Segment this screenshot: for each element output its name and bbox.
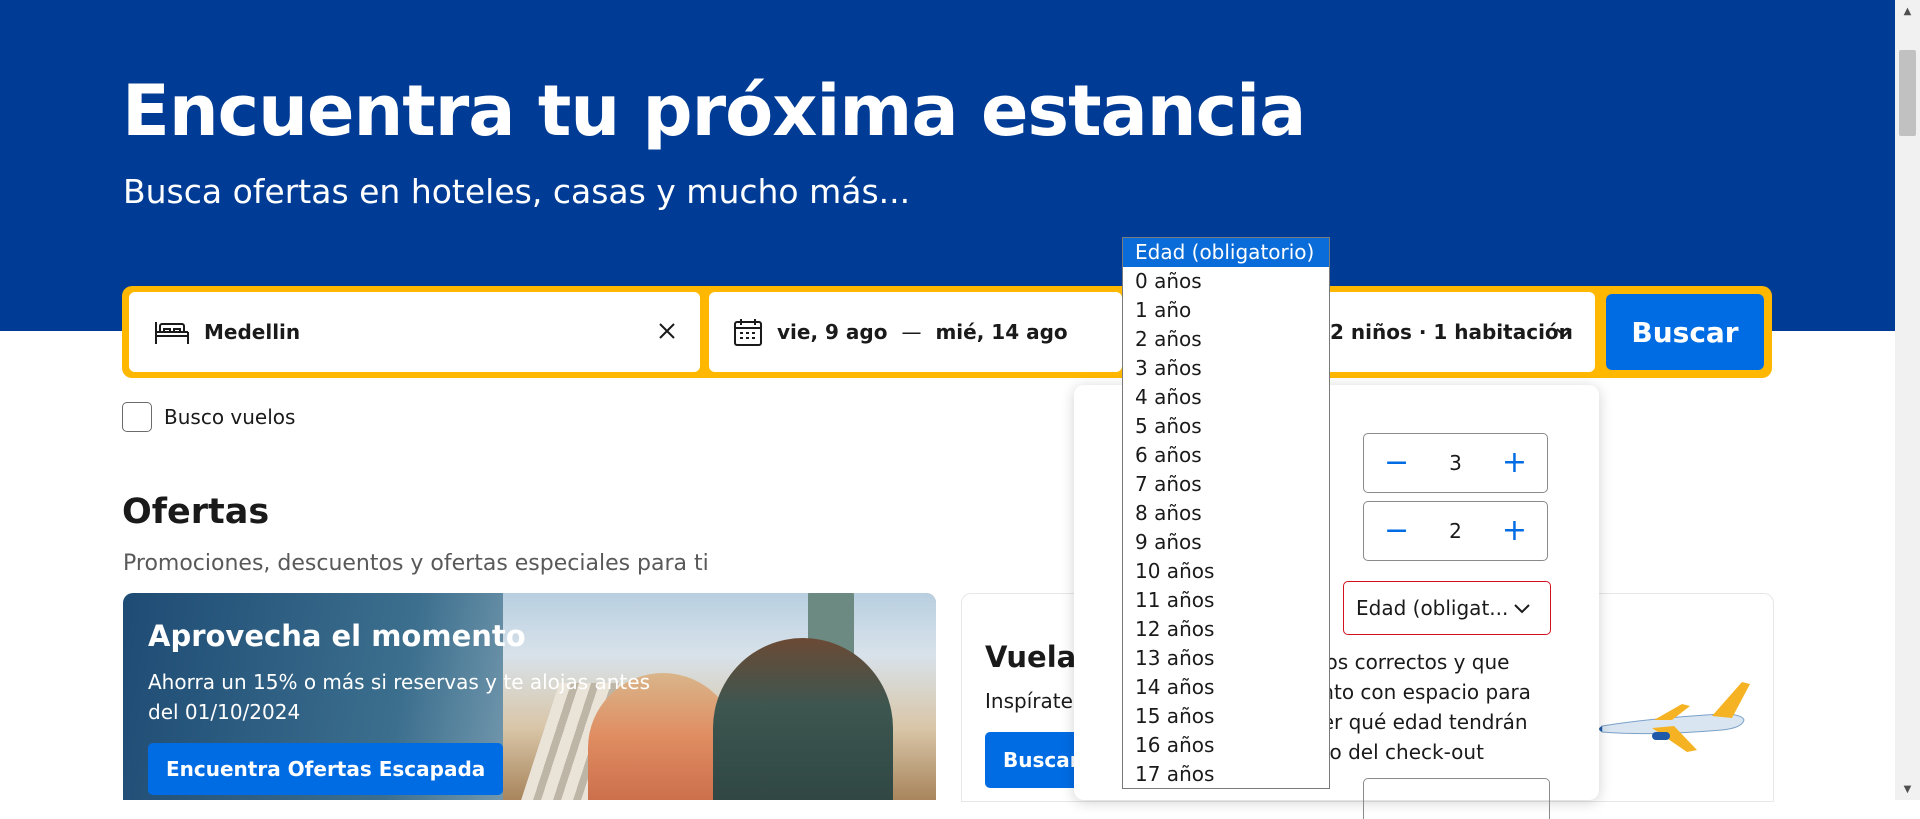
chevron-down-icon — [1512, 598, 1532, 618]
minus-icon[interactable]: − — [1384, 448, 1409, 478]
dates-field[interactable]: vie, 9 ago — mié, 14 ago — [709, 292, 1122, 372]
minus-icon[interactable]: − — [1384, 516, 1409, 546]
scrollbar-thumb[interactable] — [1899, 50, 1916, 136]
offers-subtitle: Promociones, descuentos y ofertas especi… — [123, 551, 709, 576]
age-option[interactable]: 2 años — [1123, 325, 1329, 354]
checkin-date: vie, 9 ago — [777, 320, 888, 344]
page-scrollbar[interactable]: ▲ ▼ — [1895, 0, 1920, 800]
flights-card-title: Vuela — [985, 640, 1077, 674]
age-option[interactable]: 5 años — [1123, 412, 1329, 441]
clear-icon[interactable] — [656, 320, 678, 342]
child-age-select[interactable]: Edad (obligat... — [1343, 581, 1551, 635]
age-option[interactable]: 7 años — [1123, 470, 1329, 499]
chevron-down-icon — [1554, 322, 1574, 342]
age-option[interactable]: 13 años — [1123, 644, 1329, 673]
age-option[interactable]: 4 años — [1123, 383, 1329, 412]
occupancy-value: 2 niños · 1 habitación — [1330, 320, 1573, 344]
flights-card-text: Inspírate, — [985, 689, 1080, 713]
bed-icon — [154, 317, 190, 347]
offers-title: Ofertas — [122, 492, 270, 532]
hero-banner: Encuentra tu próxima estancia Busca ofer… — [0, 0, 1895, 331]
age-option[interactable]: 16 años — [1123, 731, 1329, 760]
age-option[interactable]: 17 años — [1123, 760, 1329, 788]
plus-icon[interactable]: + — [1502, 448, 1527, 478]
age-option[interactable]: Edad (obligatorio) — [1123, 238, 1329, 267]
date-separator: — — [901, 320, 922, 344]
age-option[interactable]: 0 años — [1123, 267, 1329, 296]
children-stepper[interactable]: − 2 + — [1363, 501, 1548, 561]
age-option[interactable]: 12 años — [1123, 615, 1329, 644]
child-age-select-value: Edad (obligat... — [1356, 596, 1509, 620]
age-option[interactable]: 15 años — [1123, 702, 1329, 731]
destination-value: Medellin — [204, 320, 301, 344]
checkout-date: mié, 14 ago — [935, 320, 1068, 344]
age-option[interactable]: 10 años — [1123, 557, 1329, 586]
flights-checkbox-label: Busco vuelos — [164, 405, 296, 429]
rooms-stepper[interactable] — [1363, 778, 1550, 819]
page-title: Encuentra tu próxima estancia — [122, 70, 1306, 152]
age-option[interactable]: 8 años — [1123, 499, 1329, 528]
plus-icon[interactable]: + — [1502, 516, 1527, 546]
age-option[interactable]: 11 años — [1123, 586, 1329, 615]
adults-count: 3 — [1449, 451, 1462, 475]
age-option[interactable]: 1 año — [1123, 296, 1329, 325]
destination-field[interactable]: Medellin — [129, 292, 700, 372]
promo-title: Aprovecha el momento — [148, 619, 526, 653]
checkbox-box[interactable] — [122, 402, 152, 432]
promo-button[interactable]: Encuentra Ofertas Escapada — [148, 743, 504, 795]
calendar-icon — [733, 317, 763, 347]
page-subtitle: Busca ofertas en hoteles, casas y mucho … — [123, 172, 911, 211]
age-option[interactable]: 3 años — [1123, 354, 1329, 383]
age-note: cios correctos y que ento con espacio pa… — [1309, 650, 1531, 764]
age-option[interactable]: 14 años — [1123, 673, 1329, 702]
age-option[interactable]: 9 años — [1123, 528, 1329, 557]
promo-card[interactable]: Aprovecha el momento Ahorra un 15% o más… — [123, 593, 936, 800]
scroll-up-icon[interactable]: ▲ — [1895, 2, 1920, 20]
search-bar: Medellin vie, 9 ago — mié, 14 ago 2 niño… — [122, 286, 1772, 378]
age-option[interactable]: 6 años — [1123, 441, 1329, 470]
airplane-icon — [1592, 674, 1752, 768]
children-count: 2 — [1449, 519, 1462, 543]
search-button[interactable]: Buscar — [1606, 294, 1764, 370]
age-dropdown-list[interactable]: Edad (obligatorio) 0 años 1 año 2 años 3… — [1122, 237, 1330, 789]
flights-checkbox[interactable]: Busco vuelos — [122, 402, 295, 432]
adults-stepper[interactable]: − 3 + — [1363, 433, 1548, 493]
promo-text: Ahorra un 15% o más si reservas y te alo… — [148, 670, 651, 724]
scroll-down-icon[interactable]: ▼ — [1895, 780, 1920, 798]
